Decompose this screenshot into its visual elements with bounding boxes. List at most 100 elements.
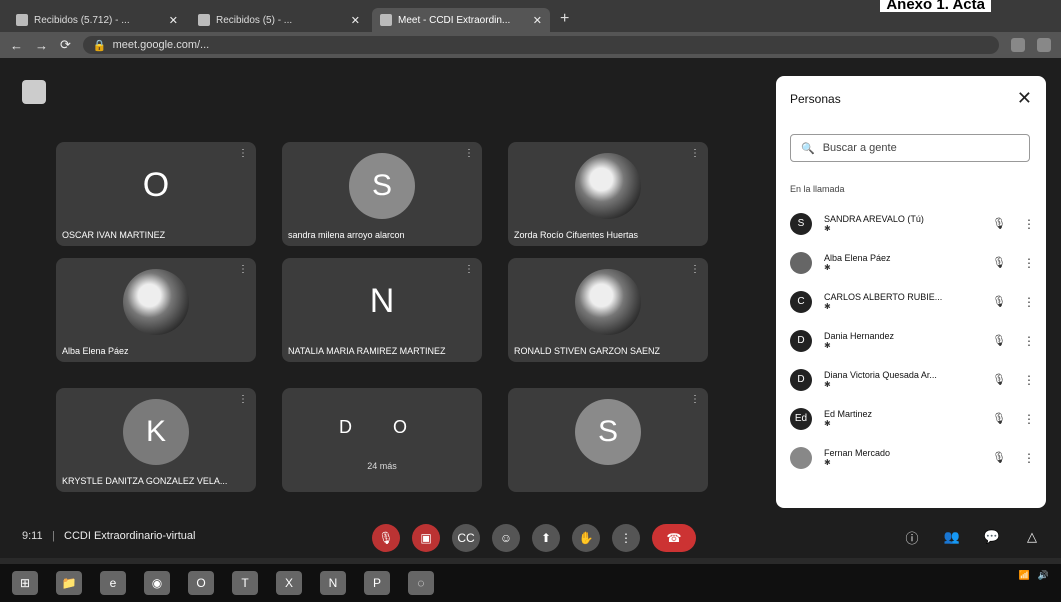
more-options-icon[interactable]: ⋮: [1020, 295, 1038, 309]
list-item[interactable]: Fernan Mercado ✱ 🎙 ⋮: [784, 438, 1038, 477]
avatar: K: [123, 398, 189, 465]
more-options-icon[interactable]: ⋮: [1020, 373, 1038, 387]
close-icon[interactable]: ✕: [351, 14, 360, 27]
document-header: Anexo 1. Acta: [880, 0, 991, 12]
more-options-icon[interactable]: ⋮: [1020, 412, 1038, 426]
leave-call-button[interactable]: ☎: [652, 524, 696, 552]
browser-tab[interactable]: Recibidos (5) - ... ✕: [190, 8, 368, 32]
mic-off-icon[interactable]: 🎙: [992, 217, 1008, 230]
participant-tile[interactable]: ⋮ RONALD STIVEN GARZON SAENZ: [508, 258, 708, 362]
mic-off-icon[interactable]: 🎙: [992, 373, 1008, 386]
teams-icon[interactable]: T: [232, 571, 258, 595]
people-search-input[interactable]: 🔍 Buscar a gente: [790, 134, 1030, 162]
close-icon[interactable]: ✕: [169, 14, 178, 27]
meeting-time: 9:11: [22, 530, 43, 542]
participant-tile[interactable]: ⋮ S: [508, 388, 708, 492]
tab-title: Recibidos (5) - ...: [216, 14, 293, 26]
participant-tile[interactable]: ⋮ O OSCAR IVAN MARTINEZ: [56, 142, 256, 246]
mic-status-icon: ✱: [824, 302, 831, 311]
avatar: S: [575, 398, 641, 465]
meet-control-bar: 9:11 | CCDI Extraordinario-virtual 🎙 ▣ C…: [0, 518, 1061, 558]
pin-icon[interactable]: ⋮: [464, 264, 474, 275]
participant-name: RONALD STIVEN GARZON SAENZ: [514, 346, 661, 356]
avatar: [790, 251, 812, 274]
more-options-icon[interactable]: ⋮: [1020, 217, 1038, 231]
side-controls: ⓘ 👥 💬 △: [901, 526, 1043, 548]
reload-icon[interactable]: ⟳: [60, 37, 71, 53]
excel-icon[interactable]: X: [276, 571, 302, 595]
list-item[interactable]: C CARLOS ALBERTO RUBIE... ✱ 🎙 ⋮: [784, 282, 1038, 321]
pin-icon[interactable]: ⋮: [238, 264, 248, 275]
activities-icon[interactable]: △: [1021, 526, 1043, 548]
more-options-icon[interactable]: ⋮: [1020, 334, 1038, 348]
info-icon[interactable]: ⓘ: [901, 526, 923, 548]
url-field[interactable]: 🔒 meet.google.com/...: [82, 36, 999, 54]
search-placeholder: Buscar a gente: [822, 142, 897, 154]
participant-tile[interactable]: ⋮ Alba Elena Páez: [56, 258, 256, 362]
pin-icon[interactable]: ⋮: [464, 148, 474, 159]
pin-icon[interactable]: ⋮: [238, 148, 248, 159]
participant-name: OSCAR IVAN MARTINEZ: [62, 230, 166, 240]
list-item[interactable]: Alba Elena Páez ✱ 🎙 ⋮: [784, 243, 1038, 282]
avatar-photo: [123, 268, 189, 335]
participant-tile[interactable]: ⋮ S sandra milena arroyo alarcon: [282, 142, 482, 246]
pin-icon[interactable]: ⋮: [690, 148, 700, 159]
mic-off-icon[interactable]: 🎙: [992, 451, 1008, 464]
outlook-icon[interactable]: O: [188, 571, 214, 595]
meet-icon: [380, 14, 392, 26]
mic-off-icon[interactable]: 🎙: [992, 412, 1008, 425]
close-icon[interactable]: ✕: [1017, 88, 1032, 109]
more-options-icon[interactable]: ⋮: [1020, 451, 1038, 465]
file-explorer-icon[interactable]: 📁: [56, 571, 82, 595]
raise-hand-button[interactable]: ✋: [572, 524, 600, 552]
list-item[interactable]: D Dania Hernandez ✱ 🎙 ⋮: [784, 321, 1038, 360]
more-options-button[interactable]: ⋮: [612, 524, 640, 552]
present-button[interactable]: ⬆: [532, 524, 560, 552]
start-icon[interactable]: ⊞: [12, 571, 38, 595]
close-icon[interactable]: ✕: [533, 14, 542, 27]
emoji-button[interactable]: ☺: [492, 524, 520, 552]
powerpoint-icon[interactable]: P: [364, 571, 390, 595]
url-text: meet.google.com/...: [112, 39, 210, 51]
participant-tile[interactable]: ⋮ K KRYSTLE DANITZA GONZALEZ VELA...: [56, 388, 256, 492]
participant-name: NATALIA MARIA RAMIREZ MARTINEZ: [288, 346, 446, 356]
people-icon[interactable]: 👥: [941, 526, 963, 548]
tab-title: Meet - CCDI Extraordin...: [398, 14, 511, 26]
volume-icon[interactable]: 🔊: [1038, 570, 1049, 581]
camera-toggle-button[interactable]: ▣: [412, 524, 440, 552]
pin-icon[interactable]: ⋮: [690, 264, 700, 275]
onenote-icon[interactable]: N: [320, 571, 346, 595]
chrome-icon[interactable]: ◉: [144, 571, 170, 595]
participant-tile[interactable]: ⋮ N NATALIA MARIA RAMIREZ MARTINEZ: [282, 258, 482, 362]
profile-icon[interactable]: [1037, 38, 1051, 52]
participant-name: sandra milena arroyo alarcon: [288, 230, 405, 240]
app-icon[interactable]: ◌: [408, 571, 434, 595]
list-item[interactable]: Ed Ed Martinez ✱ 🎙 ⋮: [784, 399, 1038, 438]
network-icon[interactable]: 📶: [1019, 570, 1030, 581]
more-participants-tile[interactable]: D O 24 más: [282, 388, 482, 492]
chat-icon[interactable]: 💬: [981, 526, 1003, 548]
participant-tile[interactable]: ⋮ Zorda Rocío Cifuentes Huertas: [508, 142, 708, 246]
forward-icon[interactable]: →: [35, 38, 48, 53]
back-icon[interactable]: ←: [10, 38, 23, 53]
mic-off-icon[interactable]: 🎙: [992, 256, 1008, 269]
pin-icon[interactable]: ⋮: [690, 394, 700, 405]
edge-icon[interactable]: e: [100, 571, 126, 595]
new-tab-button[interactable]: +: [560, 10, 569, 28]
list-item[interactable]: S SANDRA AREVALO (Tú) ✱ 🎙 ⋮: [784, 204, 1038, 243]
people-panel-title: Personas: [790, 92, 841, 106]
more-options-icon[interactable]: ⋮: [1020, 256, 1038, 270]
person-name: Fernan Mercado: [824, 448, 891, 458]
browser-tab[interactable]: Recibidos (5.712) - ... ✕: [8, 8, 186, 32]
browser-tab-active[interactable]: Meet - CCDI Extraordin... ✕: [372, 8, 550, 32]
mic-toggle-button[interactable]: 🎙: [372, 524, 400, 552]
lock-icon: 🔒: [92, 39, 107, 52]
mic-off-icon[interactable]: 🎙: [992, 334, 1008, 347]
list-item[interactable]: D Diana Victoria Quesada Ar... ✱ 🎙 ⋮: [784, 360, 1038, 399]
captions-button[interactable]: CC: [452, 524, 480, 552]
mic-off-icon[interactable]: 🎙: [992, 295, 1008, 308]
avatar: C: [790, 290, 812, 313]
extension-icon[interactable]: [1011, 38, 1025, 52]
pin-icon[interactable]: ⋮: [238, 394, 248, 405]
participant-name: KRYSTLE DANITZA GONZALEZ VELA...: [62, 476, 228, 486]
